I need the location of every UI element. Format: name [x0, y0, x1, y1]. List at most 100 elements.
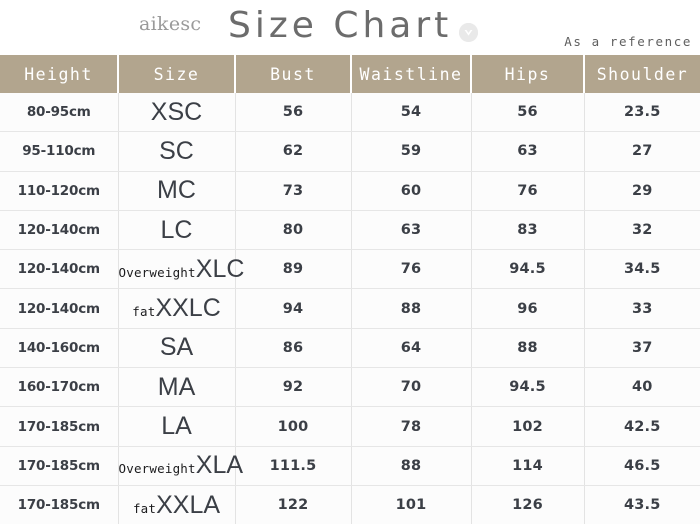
column-header-shoulder: Shoulder: [584, 55, 700, 93]
table-row: 120-140cm fatXXLC 94 88 96 33: [0, 288, 700, 329]
cell-waistline: 88: [351, 446, 472, 486]
size-code: XLC: [195, 254, 245, 283]
cell-waistline: 70: [351, 367, 472, 408]
cell-height: 80-95cm: [0, 93, 119, 133]
cell-height: 120-140cm: [0, 288, 119, 329]
column-header-bust: Bust: [235, 55, 352, 93]
cell-height: 160-170cm: [0, 367, 119, 408]
chevron-down-circle-icon: [459, 23, 479, 42]
table-row: 95-110cm SC 62 59 63 27: [0, 131, 700, 172]
cell-hips: 96: [471, 288, 585, 329]
cell-size: XSC: [118, 93, 236, 133]
size-code: XXLC: [155, 294, 221, 323]
table-row: 120-140cm OverweightXLC 89 76 94.5 34.5: [0, 249, 700, 290]
cell-bust: 94: [235, 288, 352, 329]
size-code: SA: [159, 333, 194, 362]
cell-height: 170-185cm: [0, 446, 119, 486]
size-chart-page: aikesc Size Chart As a reference Height …: [0, 0, 700, 524]
cell-shoulder: 46.5: [584, 446, 700, 486]
size-qualifier: Overweight: [118, 264, 196, 280]
cell-waistline: 59: [351, 131, 472, 172]
cell-bust: 89: [235, 249, 352, 290]
size-code: XXLA: [156, 490, 221, 519]
chart-header: aikesc Size Chart As a reference: [0, 0, 700, 55]
table-body: 80-95cm XSC 56 54 56 23.5 95-110cm SC 62 59 63 27 11…: [0, 93, 700, 524]
cell-waistline: 60: [351, 171, 472, 211]
cell-size: fatXXLC: [118, 288, 236, 329]
page-title: Size Chart: [228, 5, 453, 46]
column-header-waistline: Waistline: [351, 55, 472, 93]
table-row: 80-95cm XSC 56 54 56 23.5: [0, 93, 700, 133]
title-group: Size Chart: [228, 4, 479, 48]
brand-logo: aikesc: [139, 13, 202, 35]
cell-waistline: 54: [351, 93, 472, 133]
cell-bust: 86: [235, 328, 352, 369]
table-row: 110-120cm MC 73 60 76 29: [0, 171, 700, 211]
cell-height: 120-140cm: [0, 249, 119, 290]
cell-bust: 56: [235, 93, 352, 133]
cell-size: LC: [118, 210, 236, 251]
table-row: 170-185cm OverweightXLA 111.5 88 114 46.5: [0, 446, 700, 486]
cell-hips: 63: [471, 131, 585, 172]
cell-hips: 88: [471, 328, 585, 369]
cell-height: 120-140cm: [0, 210, 119, 251]
cell-size: SC: [118, 131, 236, 172]
cell-shoulder: 34.5: [584, 249, 700, 290]
cell-bust: 100: [235, 406, 352, 447]
cell-size: OverweightXLC: [118, 249, 244, 290]
cell-height: 170-185cm: [0, 485, 119, 524]
size-code: SC: [159, 136, 194, 165]
cell-height: 140-160cm: [0, 328, 119, 369]
cell-shoulder: 32: [584, 210, 700, 251]
size-code: LA: [161, 412, 192, 441]
cell-waistline: 76: [351, 249, 472, 290]
cell-size: fatXXLA: [118, 485, 236, 524]
cell-bust: 80: [235, 210, 352, 251]
size-qualifier: fat: [132, 500, 157, 516]
column-header-size: Size: [118, 55, 236, 93]
cell-shoulder: 43.5: [584, 485, 700, 524]
cell-size: MA: [118, 367, 236, 408]
cell-bust: 122: [235, 485, 352, 524]
table-header-row: Height Size Bust Waistline Hips Shoulder: [0, 55, 700, 93]
table-row: 170-185cm fatXXLA 122 101 126 43.5: [0, 485, 700, 524]
cell-hips: 102: [471, 406, 585, 447]
column-header-hips: Hips: [471, 55, 585, 93]
size-code: LC: [160, 215, 193, 244]
column-header-height: Height: [0, 55, 119, 93]
cell-bust: 62: [235, 131, 352, 172]
size-qualifier: Overweight: [118, 461, 196, 477]
cell-waistline: 88: [351, 288, 472, 329]
cell-shoulder: 37: [584, 328, 700, 369]
reference-note: As a reference: [564, 34, 692, 49]
table-row: 170-185cm LA 100 78 102 42.5: [0, 406, 700, 447]
cell-shoulder: 29: [584, 171, 700, 211]
cell-height: 170-185cm: [0, 406, 119, 447]
size-code: MA: [157, 372, 196, 401]
cell-bust: 73: [235, 171, 352, 211]
cell-shoulder: 42.5: [584, 406, 700, 447]
cell-hips: 56: [471, 93, 585, 133]
cell-shoulder: 23.5: [584, 93, 700, 133]
cell-shoulder: 33: [584, 288, 700, 329]
table-row: 160-170cm MA 92 70 94.5 40: [0, 367, 700, 408]
cell-size: SA: [118, 328, 236, 369]
size-qualifier: fat: [132, 304, 156, 320]
cell-hips: 114: [471, 446, 585, 486]
cell-hips: 76: [471, 171, 585, 211]
cell-hips: 94.5: [471, 367, 585, 408]
size-chart-table: Height Size Bust Waistline Hips Shoulder…: [0, 55, 700, 524]
cell-waistline: 78: [351, 406, 472, 447]
cell-waistline: 101: [351, 485, 472, 524]
cell-shoulder: 27: [584, 131, 700, 172]
table-row: 140-160cm SA 86 64 88 37: [0, 328, 700, 369]
cell-height: 110-120cm: [0, 171, 119, 211]
cell-waistline: 64: [351, 328, 472, 369]
cell-shoulder: 40: [584, 367, 700, 408]
cell-size: OverweightXLA: [118, 446, 243, 486]
cell-hips: 94.5: [471, 249, 585, 290]
cell-size: MC: [118, 171, 236, 211]
cell-bust: 111.5: [235, 446, 352, 486]
cell-bust: 92: [235, 367, 352, 408]
size-code: MC: [157, 176, 196, 205]
